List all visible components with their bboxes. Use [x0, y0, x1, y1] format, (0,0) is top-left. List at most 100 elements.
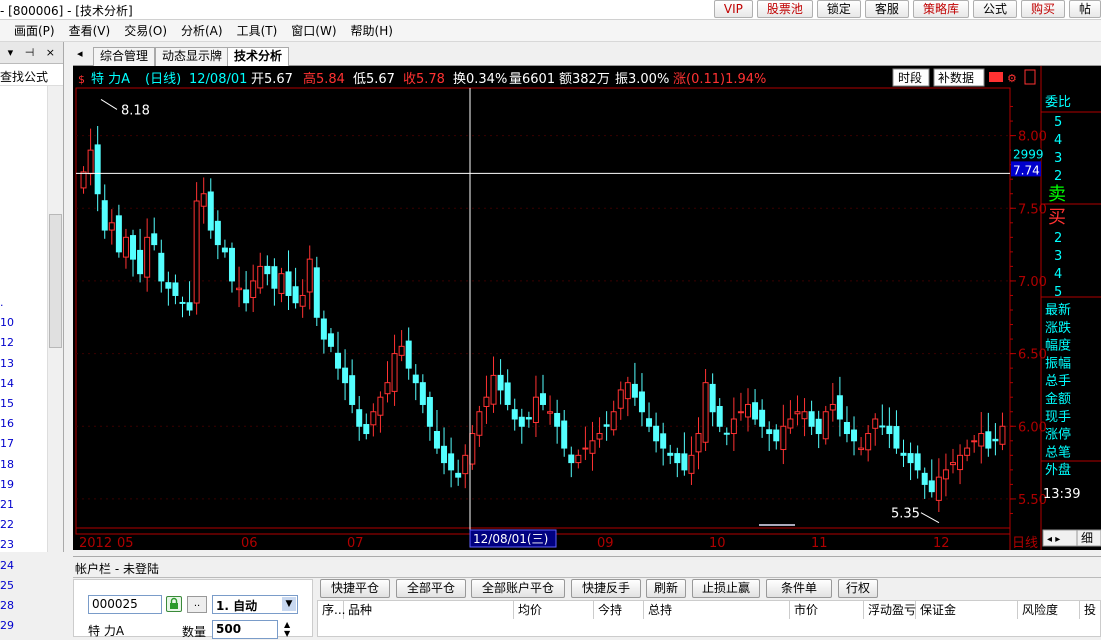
candle-body	[193, 200, 200, 304]
fill-data-button[interactable]: 补数据	[933, 68, 985, 87]
trade-button-2[interactable]: 全部账户平仓	[471, 579, 565, 598]
column-header[interactable]: 品种	[344, 601, 514, 619]
trade-button-1[interactable]: 全部平仓	[396, 579, 466, 598]
scrollbar-thumb[interactable]	[49, 214, 62, 348]
top-button-3[interactable]: 客服	[864, 0, 909, 18]
top-button-7[interactable]: 帖	[1068, 0, 1101, 18]
column-header[interactable]: 今持	[594, 601, 644, 619]
tab-2[interactable]: 技术分析	[227, 47, 290, 67]
formula-list-item[interactable]: 29	[0, 619, 14, 632]
column-header[interactable]: 均价	[514, 601, 594, 619]
menu-item-1[interactable]: 查看(V)	[69, 22, 111, 39]
candle-body	[236, 287, 243, 291]
settings-icon[interactable]: ⚙	[1007, 72, 1017, 85]
trade-button-0[interactable]: 快捷平仓	[320, 579, 390, 598]
candle-body	[773, 429, 780, 442]
column-header[interactable]: 市价	[790, 601, 864, 619]
kline-chart[interactable]: 8.007.507.006.506.005.502012 05 06 07 09 10 11…	[73, 66, 1101, 550]
trade-button-6[interactable]: 条件单	[766, 579, 832, 598]
candle-body	[250, 280, 257, 299]
top-button-4[interactable]: 策略库	[912, 0, 969, 18]
trade-button-5[interactable]: 止损止赢	[692, 579, 760, 598]
candle-body	[158, 252, 165, 282]
candle	[999, 412, 1006, 451]
candle	[971, 434, 978, 453]
column-header[interactable]: 浮动盈亏	[864, 601, 916, 619]
formula-list-item[interactable]: 19	[0, 478, 14, 491]
top-button-1[interactable]: 股票池	[756, 0, 813, 18]
period-button[interactable]: 时段	[892, 68, 930, 87]
candle	[469, 425, 476, 470]
candle	[151, 217, 158, 251]
formula-list-item[interactable]: 12	[0, 336, 14, 349]
tab-1[interactable]: 动态显示牌	[155, 47, 230, 66]
menu-item-2[interactable]: 交易(O)	[124, 22, 167, 39]
mode-select[interactable]: 1. 自动 ▼	[212, 595, 298, 614]
candle	[108, 209, 115, 245]
column-header[interactable]: 投	[1080, 601, 1101, 619]
quote-volume: 量6601	[509, 72, 555, 87]
candle	[476, 405, 483, 447]
formula-list-item[interactable]: 10	[0, 316, 14, 329]
formula-list-item[interactable]: 15	[0, 397, 14, 410]
panel-pin-icon[interactable]: ▾ ⊣ ×	[8, 46, 59, 59]
candle-body	[914, 453, 921, 471]
formula-list-item[interactable]: 21	[0, 498, 14, 511]
formula-list-item[interactable]: 25	[0, 579, 14, 592]
top-button-0[interactable]: VIP	[713, 0, 753, 18]
column-header[interactable]: 总持	[644, 601, 790, 619]
formula-list-item[interactable]: 17	[0, 437, 14, 450]
side-nav[interactable]: ◂ ▸ 细	[1042, 529, 1101, 547]
top-button-6[interactable]: 购买	[1020, 0, 1065, 18]
menu-item-4[interactable]: 工具(T)	[237, 22, 278, 39]
menu-item-5[interactable]: 窗口(W)	[291, 22, 336, 39]
candle-body	[398, 345, 405, 356]
chevron-down-icon[interactable]: ▼	[282, 597, 296, 611]
browse-button[interactable]: ..	[187, 596, 207, 613]
candle-body	[957, 454, 964, 471]
candle-body	[900, 452, 907, 456]
trade-button-3[interactable]: 快捷反手	[571, 579, 641, 598]
column-header[interactable]: 序...	[318, 601, 345, 619]
lock-icon[interactable]	[166, 596, 182, 612]
formula-list-item[interactable]: 16	[0, 417, 14, 430]
stat-label: 涨跌	[1045, 320, 1071, 336]
candle-body	[865, 433, 872, 451]
quantity-input[interactable]: 500	[212, 620, 278, 639]
quantity-stepper[interactable]: ▲ ▼	[284, 620, 290, 638]
candle	[391, 334, 398, 406]
nav-left-right-icon[interactable]: ◂ ▸	[1047, 534, 1060, 545]
trade-button-4[interactable]: 刷新	[646, 579, 686, 598]
formula-list-item[interactable]: 24	[0, 559, 14, 572]
top-button-5[interactable]: 公式	[972, 0, 1017, 18]
window-toggle-icon[interactable]	[1024, 69, 1036, 85]
chart-scroll-indicator[interactable]	[759, 524, 795, 526]
tab-scroll-left-icon[interactable]: ◂	[77, 47, 83, 60]
column-header[interactable]: 风险度	[1018, 601, 1080, 619]
formula-list-item[interactable]: 22	[0, 518, 14, 531]
candle-body	[624, 382, 631, 400]
candle	[843, 406, 850, 443]
candle-body	[518, 416, 525, 427]
formula-list-item[interactable]: .	[0, 296, 4, 309]
candle-body	[179, 301, 186, 304]
top-button-2[interactable]: 锁定	[816, 0, 861, 18]
formula-list-item[interactable]: 13	[0, 357, 14, 370]
column-header[interactable]: 保证金	[916, 601, 1018, 619]
tab-0[interactable]: 综合管理	[93, 47, 156, 66]
candle	[737, 392, 744, 421]
candle-body	[476, 411, 483, 436]
menu-item-6[interactable]: 帮助(H)	[351, 22, 393, 39]
stock-code-input[interactable]: 000025	[88, 595, 162, 614]
candle-body	[228, 247, 235, 282]
formula-list-item[interactable]: 14	[0, 377, 14, 390]
formula-list-item[interactable]: 18	[0, 458, 14, 471]
menu-item-0[interactable]: 画面(P)	[14, 22, 55, 39]
menu-item-3[interactable]: 分析(A)	[181, 22, 223, 39]
formula-list-item[interactable]: 23	[0, 538, 14, 551]
formula-scrollbar[interactable]	[47, 86, 63, 552]
formula-search[interactable]: 查找公式	[0, 64, 63, 86]
chip-icon[interactable]	[989, 72, 1003, 82]
trade-button-7[interactable]: 行权	[838, 579, 878, 598]
formula-list-item[interactable]: 28	[0, 599, 14, 612]
